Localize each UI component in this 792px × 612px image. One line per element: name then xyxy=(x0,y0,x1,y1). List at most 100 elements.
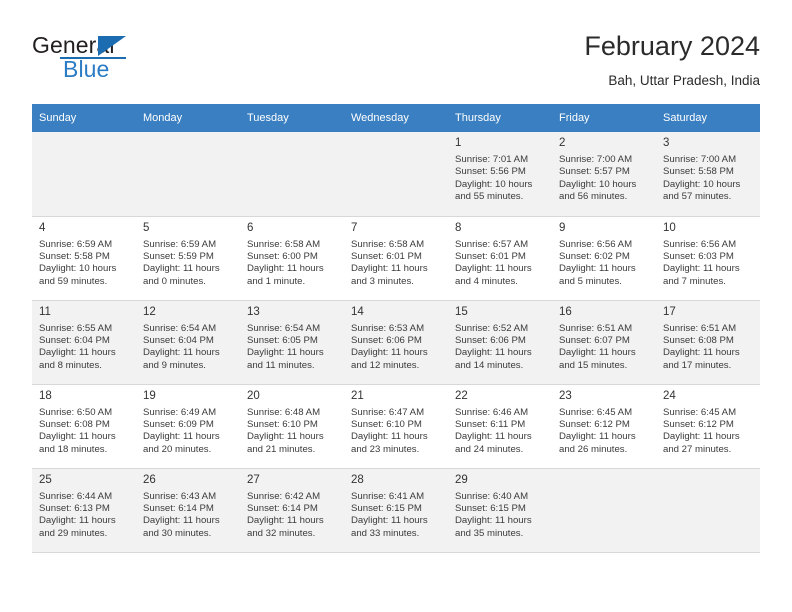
calendar-day-cell[interactable]: 18 Sunrise: 6:50 AM Sunset: 6:08 PM Dayligh… xyxy=(32,384,136,469)
day-info-line: Daylight: 11 hours xyxy=(455,431,532,443)
day-sun-info: Sunrise: 6:54 AM Sunset: 6:05 PM Daylight:… xyxy=(247,323,338,373)
page-header: General Blue February 2024 Bah, Uttar Pr… xyxy=(32,0,760,88)
day-info-line: Sunset: 6:15 PM xyxy=(455,502,526,514)
day-info-line: and 15 minutes. xyxy=(559,359,628,371)
calendar-day-cell[interactable]: 7 Sunrise: 6:58 AM Sunset: 6:01 PM Daylight… xyxy=(344,216,448,301)
day-info-line: Daylight: 11 hours xyxy=(247,515,324,527)
day-info-line: Daylight: 11 hours xyxy=(143,263,220,275)
calendar-day-cell[interactable]: 17 Sunrise: 6:51 AM Sunset: 6:08 PM Dayligh… xyxy=(656,300,760,385)
day-info-line: and 17 minutes. xyxy=(663,359,732,371)
day-info-line: Sunrise: 6:51 AM xyxy=(663,322,737,334)
day-info-line: Daylight: 11 hours xyxy=(247,263,324,275)
calendar-day-cell[interactable]: 9 Sunrise: 6:56 AM Sunset: 6:02 PM Daylight… xyxy=(552,216,656,301)
day-info-line: Sunset: 6:06 PM xyxy=(351,334,422,346)
day-info-line: and 32 minutes. xyxy=(247,527,316,539)
day-sun-info: Sunrise: 6:47 AM Sunset: 6:10 PM Daylight:… xyxy=(351,407,442,457)
brand-logo[interactable]: General Blue xyxy=(32,30,232,88)
calendar-day-cell[interactable]: 11 Sunrise: 6:55 AM Sunset: 6:04 PM Dayligh… xyxy=(32,300,136,385)
calendar-day-cell[interactable]: 21 Sunrise: 6:47 AM Sunset: 6:10 PM Dayligh… xyxy=(344,384,448,469)
calendar-day-cell[interactable]: 2 Sunrise: 7:00 AM Sunset: 5:57 PM Daylight… xyxy=(552,132,656,217)
day-sun-info: Sunrise: 6:51 AM Sunset: 6:07 PM Daylight:… xyxy=(559,323,650,373)
calendar-day-cell[interactable]: 28 Sunrise: 6:41 AM Sunset: 6:15 PM Dayligh… xyxy=(344,468,448,553)
calendar-week-row: 18 Sunrise: 6:50 AM Sunset: 6:08 PM Dayligh… xyxy=(32,384,760,469)
day-info-line: Sunset: 6:10 PM xyxy=(247,418,318,430)
calendar-day-cell[interactable]: 26 Sunrise: 6:43 AM Sunset: 6:14 PM Dayligh… xyxy=(136,468,240,553)
day-number: 8 xyxy=(455,221,462,234)
calendar-day-cell[interactable]: 1 Sunrise: 7:01 AM Sunset: 5:56 PM Daylight… xyxy=(448,132,552,217)
day-info-line: Sunrise: 6:58 AM xyxy=(351,238,425,250)
calendar-day-cell[interactable]: 22 Sunrise: 6:46 AM Sunset: 6:11 PM Dayligh… xyxy=(448,384,552,469)
day-info-line: and 9 minutes. xyxy=(143,359,206,371)
calendar-day-cell[interactable]: 14 Sunrise: 6:53 AM Sunset: 6:06 PM Dayligh… xyxy=(344,300,448,385)
day-info-line: Daylight: 11 hours xyxy=(559,431,636,443)
brand-triangle-icon xyxy=(98,36,126,56)
day-sun-info: Sunrise: 6:57 AM Sunset: 6:01 PM Daylight:… xyxy=(455,239,546,289)
calendar-empty-cell xyxy=(136,132,240,217)
day-info-line: Sunset: 6:11 PM xyxy=(455,418,526,430)
day-info-line: Sunrise: 6:54 AM xyxy=(247,322,321,334)
day-sun-info: Sunrise: 6:45 AM Sunset: 6:12 PM Daylight:… xyxy=(663,407,754,457)
day-info-line: Daylight: 11 hours xyxy=(247,431,324,443)
calendar-day-cell[interactable]: 6 Sunrise: 6:58 AM Sunset: 6:00 PM Daylight… xyxy=(240,216,344,301)
day-number: 5 xyxy=(143,221,150,234)
calendar-empty-cell xyxy=(344,132,448,217)
day-info-line: Sunset: 6:08 PM xyxy=(39,418,110,430)
day-sun-info: Sunrise: 6:58 AM Sunset: 6:00 PM Daylight:… xyxy=(247,239,338,289)
calendar-day-cell[interactable]: 29 Sunrise: 6:40 AM Sunset: 6:15 PM Dayligh… xyxy=(448,468,552,553)
calendar-day-cell[interactable]: 27 Sunrise: 6:42 AM Sunset: 6:14 PM Dayligh… xyxy=(240,468,344,553)
calendar-day-cell[interactable]: 20 Sunrise: 6:48 AM Sunset: 6:10 PM Dayligh… xyxy=(240,384,344,469)
day-info-line: Daylight: 11 hours xyxy=(455,263,532,275)
day-info-line: Sunset: 6:04 PM xyxy=(143,334,214,346)
calendar-day-cell[interactable]: 23 Sunrise: 6:45 AM Sunset: 6:12 PM Dayligh… xyxy=(552,384,656,469)
day-info-line: Sunset: 6:03 PM xyxy=(663,250,734,262)
day-info-line: and 7 minutes. xyxy=(663,275,726,287)
calendar-day-cell[interactable]: 13 Sunrise: 6:54 AM Sunset: 6:05 PM Dayligh… xyxy=(240,300,344,385)
day-sun-info: Sunrise: 6:51 AM Sunset: 6:08 PM Daylight:… xyxy=(663,323,754,373)
calendar-page: General Blue February 2024 Bah, Uttar Pr… xyxy=(0,0,792,612)
calendar-day-cell[interactable]: 8 Sunrise: 6:57 AM Sunset: 6:01 PM Daylight… xyxy=(448,216,552,301)
day-info-line: and 57 minutes. xyxy=(663,191,732,203)
day-number: 29 xyxy=(455,473,468,486)
day-info-line: Sunrise: 6:51 AM xyxy=(559,322,633,334)
day-number: 15 xyxy=(455,305,468,318)
day-info-line: Sunset: 6:01 PM xyxy=(351,250,422,262)
day-sun-info: Sunrise: 6:56 AM Sunset: 6:03 PM Daylight:… xyxy=(663,239,754,289)
day-number: 25 xyxy=(39,473,52,486)
calendar-day-cell[interactable]: 3 Sunrise: 7:00 AM Sunset: 5:58 PM Daylight… xyxy=(656,132,760,217)
day-info-line: and 55 minutes. xyxy=(455,191,524,203)
day-info-line: Daylight: 11 hours xyxy=(39,431,116,443)
calendar-week-row: 4 Sunrise: 6:59 AM Sunset: 5:58 PM Daylight… xyxy=(32,216,760,301)
day-info-line: Daylight: 11 hours xyxy=(143,431,220,443)
calendar-day-cell[interactable]: 10 Sunrise: 6:56 AM Sunset: 6:03 PM Dayligh… xyxy=(656,216,760,301)
calendar-day-cell[interactable]: 25 Sunrise: 6:44 AM Sunset: 6:13 PM Dayligh… xyxy=(32,468,136,553)
day-info-line: Sunset: 6:04 PM xyxy=(39,334,110,346)
calendar-day-cell[interactable]: 12 Sunrise: 6:54 AM Sunset: 6:04 PM Dayligh… xyxy=(136,300,240,385)
day-info-line: and 30 minutes. xyxy=(143,527,212,539)
calendar-empty-cell xyxy=(552,468,656,553)
calendar-week-row: 11 Sunrise: 6:55 AM Sunset: 6:04 PM Dayligh… xyxy=(32,300,760,385)
weekday-header-friday: Friday xyxy=(552,104,656,132)
day-info-line: and 4 minutes. xyxy=(455,275,518,287)
calendar-day-cell[interactable]: 15 Sunrise: 6:52 AM Sunset: 6:06 PM Dayligh… xyxy=(448,300,552,385)
day-info-line: Sunset: 6:06 PM xyxy=(455,334,526,346)
day-sun-info: Sunrise: 6:43 AM Sunset: 6:14 PM Daylight:… xyxy=(143,491,234,541)
day-info-line: Sunset: 6:07 PM xyxy=(559,334,630,346)
calendar-day-cell[interactable]: 24 Sunrise: 6:45 AM Sunset: 6:12 PM Dayligh… xyxy=(656,384,760,469)
day-info-line: Daylight: 11 hours xyxy=(351,347,428,359)
calendar-day-cell[interactable]: 4 Sunrise: 6:59 AM Sunset: 5:58 PM Daylight… xyxy=(32,216,136,301)
weekday-header-sunday: Sunday xyxy=(32,104,136,132)
weekday-header-tuesday: Tuesday xyxy=(240,104,344,132)
day-info-line: and 21 minutes. xyxy=(247,443,316,455)
day-info-line: Sunrise: 6:57 AM xyxy=(455,238,529,250)
day-info-line: Sunrise: 6:54 AM xyxy=(143,322,217,334)
day-info-line: and 14 minutes. xyxy=(455,359,524,371)
day-info-line: Daylight: 11 hours xyxy=(143,515,220,527)
calendar-day-cell[interactable]: 19 Sunrise: 6:49 AM Sunset: 6:09 PM Dayligh… xyxy=(136,384,240,469)
day-info-line: Sunset: 5:58 PM xyxy=(39,250,110,262)
day-number: 22 xyxy=(455,389,468,402)
calendar-day-cell[interactable]: 5 Sunrise: 6:59 AM Sunset: 5:59 PM Daylight… xyxy=(136,216,240,301)
day-info-line: and 18 minutes. xyxy=(39,443,108,455)
day-sun-info: Sunrise: 6:45 AM Sunset: 6:12 PM Daylight:… xyxy=(559,407,650,457)
calendar-day-cell[interactable]: 16 Sunrise: 6:51 AM Sunset: 6:07 PM Dayligh… xyxy=(552,300,656,385)
day-sun-info: Sunrise: 6:59 AM Sunset: 5:59 PM Daylight:… xyxy=(143,239,234,289)
